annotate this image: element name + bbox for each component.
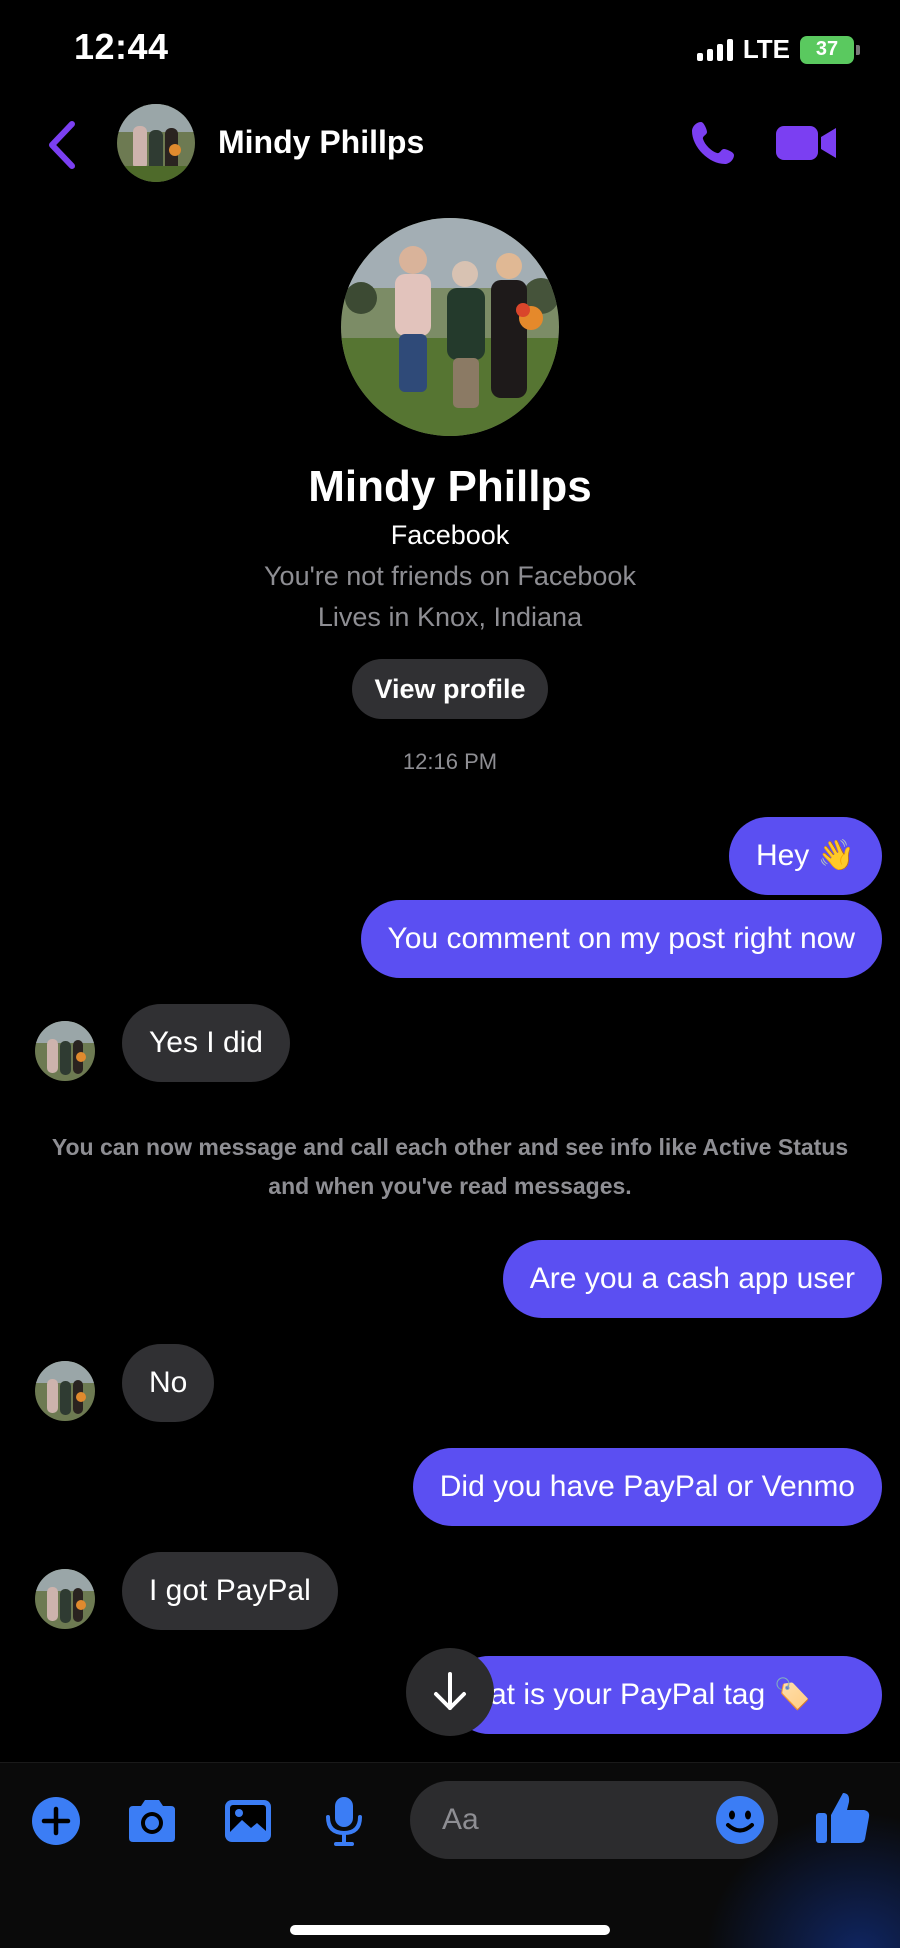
message-input-container [410,1781,778,1859]
battery-level: 37 [815,38,839,60]
signal-icon [696,38,733,61]
message-bubble-incoming[interactable]: Yes I did [122,1004,290,1082]
network-label: LTE [742,34,790,64]
smiley-icon[interactable] [714,1794,766,1846]
image-icon [225,1800,271,1842]
phone-icon[interactable] [688,118,738,168]
arrow-down-icon [434,1672,466,1710]
scroll-to-bottom-button[interactable] [406,1648,494,1736]
voice-button[interactable] [316,1793,372,1849]
status-time: 12:44 [74,26,169,67]
message-bubble-outgoing[interactable]: You comment on my post right now [360,900,882,978]
profile-photo[interactable] [341,218,559,436]
avatar[interactable] [35,1361,95,1421]
thumbs-up-icon[interactable] [814,1789,872,1847]
message-bubble-outgoing[interactable]: Did you have PayPal or Venmo [412,1448,882,1526]
contact-name[interactable]: Mindy Phillps [218,124,424,161]
avatar[interactable] [35,1021,95,1081]
microphone-icon [326,1797,362,1846]
home-indicator[interactable] [290,1925,610,1935]
avatar[interactable] [117,104,195,182]
profile-name: Mindy Phillps [308,462,592,511]
status-indicators: LTE 37 [696,34,860,65]
message-bubble-outgoing[interactable]: Hey 👋 [728,817,882,895]
add-button[interactable] [28,1793,84,1849]
plus-circle-icon [32,1797,80,1845]
friend-status: You're not friends on Facebook [264,561,636,591]
profile-source: Facebook [390,520,510,550]
message-bubble-incoming[interactable]: No [122,1344,215,1422]
view-profile-button[interactable]: View profile [352,659,548,719]
status-bar: 12:44 LTE 37 [0,0,900,100]
message-composer [0,1762,900,1948]
thread-notice: You can now message and call each other … [51,1134,849,1199]
gallery-button[interactable] [220,1793,276,1849]
avatar[interactable] [35,1569,95,1629]
battery-icon: 37 [800,35,860,64]
profile-location: Lives in Knox, Indiana [317,602,583,632]
message-input[interactable] [442,1781,692,1859]
video-camera-icon[interactable] [776,122,838,164]
message-bubble-incoming[interactable]: I got PayPal [122,1552,338,1630]
message-bubble-outgoing[interactable]: Are you a cash app user [502,1240,882,1318]
profile-card: Mindy Phillps Facebook You're not friend… [0,218,900,775]
thread-timestamp: 12:16 PM [402,749,498,774]
camera-icon [129,1800,175,1842]
conversation-header: Mindy Phillps [0,100,900,190]
chevron-left-icon[interactable] [42,118,82,172]
message-bubble-outgoing[interactable]: at is your PayPal tag 🏷️ [450,1656,882,1734]
camera-button[interactable] [124,1793,180,1849]
